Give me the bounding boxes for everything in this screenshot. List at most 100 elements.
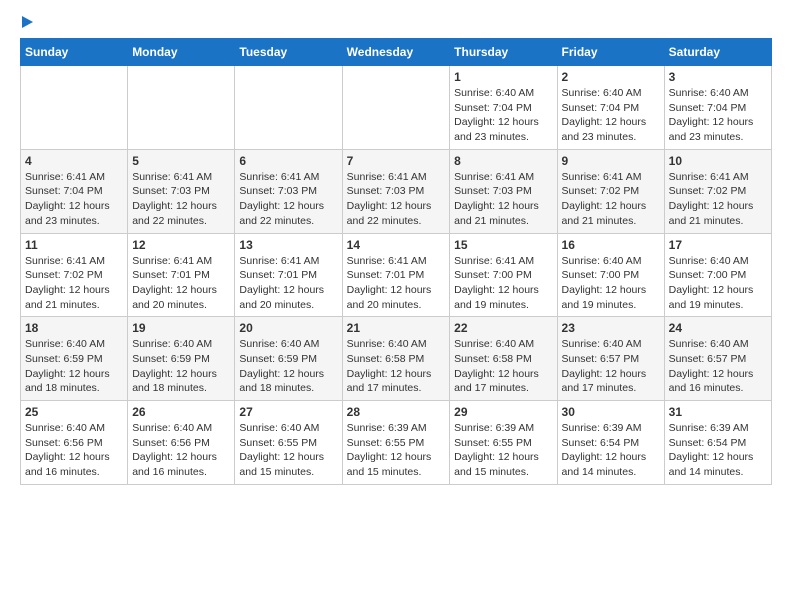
day-number: 26	[132, 405, 230, 419]
day-number: 31	[669, 405, 767, 419]
day-number: 21	[347, 321, 446, 335]
day-info: Sunrise: 6:41 AM Sunset: 7:00 PM Dayligh…	[454, 254, 552, 313]
day-info: Sunrise: 6:40 AM Sunset: 6:59 PM Dayligh…	[239, 337, 337, 396]
day-info: Sunrise: 6:41 AM Sunset: 7:01 PM Dayligh…	[239, 254, 337, 313]
day-info: Sunrise: 6:39 AM Sunset: 6:54 PM Dayligh…	[562, 421, 660, 480]
calendar-week-row: 18Sunrise: 6:40 AM Sunset: 6:59 PM Dayli…	[21, 317, 772, 401]
day-number: 8	[454, 154, 552, 168]
day-number: 5	[132, 154, 230, 168]
day-info: Sunrise: 6:40 AM Sunset: 6:59 PM Dayligh…	[25, 337, 123, 396]
day-of-week-header: Friday	[557, 39, 664, 66]
calendar-cell: 13 Sunrise: 6:41 AM Sunset: 7:01 PM Dayli…	[235, 233, 342, 317]
calendar-cell: 17 Sunrise: 6:40 AM Sunset: 7:00 PM Dayli…	[664, 233, 771, 317]
day-number: 12	[132, 238, 230, 252]
day-info: Sunrise: 6:40 AM Sunset: 7:04 PM Dayligh…	[562, 86, 660, 145]
day-number: 1	[454, 70, 552, 84]
calendar-cell: 29 Sunrise: 6:39 AM Sunset: 6:55 PM Dayli…	[450, 401, 557, 485]
calendar-week-row: 25 Sunrise: 6:40 AM Sunset: 6:56 PM Dayli…	[21, 401, 772, 485]
calendar-week-row: 1 Sunrise: 6:40 AM Sunset: 7:04 PM Daylig…	[21, 66, 772, 150]
page-header	[20, 20, 772, 28]
day-info: Sunrise: 6:40 AM Sunset: 6:57 PM Dayligh…	[669, 337, 767, 396]
day-number: 14	[347, 238, 446, 252]
day-number: 10	[669, 154, 767, 168]
day-number: 28	[347, 405, 446, 419]
calendar-cell: 3Sunrise: 6:40 AM Sunset: 7:04 PM Daylig…	[664, 66, 771, 150]
calendar-cell: 4 Sunrise: 6:41 AM Sunset: 7:04 PM Daylig…	[21, 149, 128, 233]
logo	[20, 20, 33, 28]
calendar-header: SundayMondayTuesdayWednesdayThursdayFrid…	[21, 39, 772, 66]
day-info: Sunrise: 6:39 AM Sunset: 6:54 PM Dayligh…	[669, 421, 767, 480]
calendar-cell: 9Sunrise: 6:41 AM Sunset: 7:02 PM Daylig…	[557, 149, 664, 233]
day-info: Sunrise: 6:40 AM Sunset: 6:55 PM Dayligh…	[239, 421, 337, 480]
day-info: Sunrise: 6:40 AM Sunset: 6:57 PM Dayligh…	[562, 337, 660, 396]
calendar-cell: 30 Sunrise: 6:39 AM Sunset: 6:54 PM Dayli…	[557, 401, 664, 485]
day-of-week-header: Sunday	[21, 39, 128, 66]
day-of-week-header: Wednesday	[342, 39, 450, 66]
day-info: Sunrise: 6:41 AM Sunset: 7:02 PM Dayligh…	[669, 170, 767, 229]
calendar-cell: 11 Sunrise: 6:41 AM Sunset: 7:02 PM Dayli…	[21, 233, 128, 317]
day-of-week-header: Saturday	[664, 39, 771, 66]
day-number: 17	[669, 238, 767, 252]
day-info: Sunrise: 6:41 AM Sunset: 7:01 PM Dayligh…	[347, 254, 446, 313]
day-info: Sunrise: 6:39 AM Sunset: 6:55 PM Dayligh…	[454, 421, 552, 480]
calendar-body: 1 Sunrise: 6:40 AM Sunset: 7:04 PM Daylig…	[21, 66, 772, 485]
day-info: Sunrise: 6:41 AM Sunset: 7:04 PM Dayligh…	[25, 170, 123, 229]
calendar-cell	[21, 66, 128, 150]
calendar-cell: 16Sunrise: 6:40 AM Sunset: 7:00 PM Dayli…	[557, 233, 664, 317]
day-info: Sunrise: 6:40 AM Sunset: 7:04 PM Dayligh…	[454, 86, 552, 145]
day-of-week-header: Tuesday	[235, 39, 342, 66]
day-info: Sunrise: 6:40 AM Sunset: 7:00 PM Dayligh…	[669, 254, 767, 313]
calendar-cell: 31 Sunrise: 6:39 AM Sunset: 6:54 PM Dayli…	[664, 401, 771, 485]
calendar-cell	[342, 66, 450, 150]
day-number: 4	[25, 154, 123, 168]
day-number: 25	[25, 405, 123, 419]
day-number: 22	[454, 321, 552, 335]
calendar-cell: 28Sunrise: 6:39 AM Sunset: 6:55 PM Dayli…	[342, 401, 450, 485]
calendar-week-row: 11 Sunrise: 6:41 AM Sunset: 7:02 PM Dayli…	[21, 233, 772, 317]
day-info: Sunrise: 6:40 AM Sunset: 6:59 PM Dayligh…	[132, 337, 230, 396]
day-number: 9	[562, 154, 660, 168]
calendar-cell: 14 Sunrise: 6:41 AM Sunset: 7:01 PM Dayli…	[342, 233, 450, 317]
day-info: Sunrise: 6:41 AM Sunset: 7:02 PM Dayligh…	[25, 254, 123, 313]
calendar-cell: 26Sunrise: 6:40 AM Sunset: 6:56 PM Dayli…	[128, 401, 235, 485]
day-number: 2	[562, 70, 660, 84]
day-info: Sunrise: 6:41 AM Sunset: 7:03 PM Dayligh…	[347, 170, 446, 229]
calendar-week-row: 4 Sunrise: 6:41 AM Sunset: 7:04 PM Daylig…	[21, 149, 772, 233]
calendar-cell: 15 Sunrise: 6:41 AM Sunset: 7:00 PM Dayli…	[450, 233, 557, 317]
day-info: Sunrise: 6:41 AM Sunset: 7:01 PM Dayligh…	[132, 254, 230, 313]
day-number: 15	[454, 238, 552, 252]
day-of-week-header: Monday	[128, 39, 235, 66]
day-number: 23	[562, 321, 660, 335]
day-number: 30	[562, 405, 660, 419]
day-number: 11	[25, 238, 123, 252]
calendar-cell: 19Sunrise: 6:40 AM Sunset: 6:59 PM Dayli…	[128, 317, 235, 401]
day-info: Sunrise: 6:40 AM Sunset: 7:04 PM Dayligh…	[669, 86, 767, 145]
calendar-cell: 24 Sunrise: 6:40 AM Sunset: 6:57 PM Dayli…	[664, 317, 771, 401]
calendar-cell	[128, 66, 235, 150]
calendar-cell: 5 Sunrise: 6:41 AM Sunset: 7:03 PM Daylig…	[128, 149, 235, 233]
day-number: 24	[669, 321, 767, 335]
day-number: 29	[454, 405, 552, 419]
calendar-cell: 2 Sunrise: 6:40 AM Sunset: 7:04 PM Daylig…	[557, 66, 664, 150]
calendar-cell: 25 Sunrise: 6:40 AM Sunset: 6:56 PM Dayli…	[21, 401, 128, 485]
day-number: 13	[239, 238, 337, 252]
calendar-cell: 20Sunrise: 6:40 AM Sunset: 6:59 PM Dayli…	[235, 317, 342, 401]
calendar-cell: 6 Sunrise: 6:41 AM Sunset: 7:03 PM Daylig…	[235, 149, 342, 233]
day-info: Sunrise: 6:41 AM Sunset: 7:03 PM Dayligh…	[454, 170, 552, 229]
calendar-cell: 12 Sunrise: 6:41 AM Sunset: 7:01 PM Dayli…	[128, 233, 235, 317]
day-number: 27	[239, 405, 337, 419]
day-info: Sunrise: 6:40 AM Sunset: 6:58 PM Dayligh…	[347, 337, 446, 396]
calendar-cell: 8 Sunrise: 6:41 AM Sunset: 7:03 PM Daylig…	[450, 149, 557, 233]
day-info: Sunrise: 6:40 AM Sunset: 6:58 PM Dayligh…	[454, 337, 552, 396]
day-number: 7	[347, 154, 446, 168]
logo-arrow-icon	[22, 16, 33, 28]
calendar-cell	[235, 66, 342, 150]
day-info: Sunrise: 6:40 AM Sunset: 6:56 PM Dayligh…	[25, 421, 123, 480]
calendar-table: SundayMondayTuesdayWednesdayThursdayFrid…	[20, 38, 772, 485]
day-number: 6	[239, 154, 337, 168]
day-info: Sunrise: 6:40 AM Sunset: 7:00 PM Dayligh…	[562, 254, 660, 313]
calendar-cell: 22 Sunrise: 6:40 AM Sunset: 6:58 PM Dayli…	[450, 317, 557, 401]
calendar-cell: 7 Sunrise: 6:41 AM Sunset: 7:03 PM Daylig…	[342, 149, 450, 233]
day-info: Sunrise: 6:41 AM Sunset: 7:03 PM Dayligh…	[132, 170, 230, 229]
day-info: Sunrise: 6:41 AM Sunset: 7:03 PM Dayligh…	[239, 170, 337, 229]
